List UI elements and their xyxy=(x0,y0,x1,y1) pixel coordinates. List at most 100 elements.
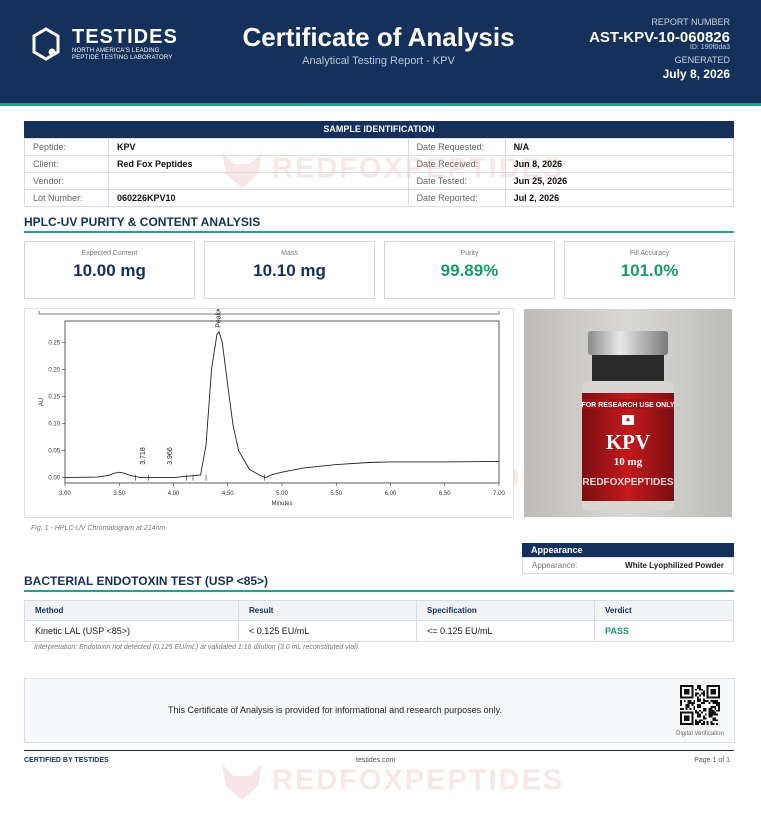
qr-module xyxy=(689,702,692,705)
qr-module xyxy=(718,705,720,708)
qr-module xyxy=(716,709,719,712)
qr-finder-module xyxy=(718,686,720,689)
qr-finder-module xyxy=(685,719,688,722)
qr-module xyxy=(680,704,682,706)
qr-finder-module xyxy=(685,685,688,687)
qr-finder-module xyxy=(714,688,717,691)
qr-module xyxy=(702,698,705,701)
qr-finder-module xyxy=(683,685,686,687)
qr-module xyxy=(693,707,696,710)
x-tick-label: 5.00 xyxy=(276,491,288,497)
qr-finder-module xyxy=(685,715,688,718)
qr-module xyxy=(718,709,720,712)
qr-finder-module xyxy=(691,686,694,689)
section-divider xyxy=(24,231,734,233)
vial-maker: REDFOXPEPTIDES xyxy=(582,477,673,488)
field-value: Jun 25, 2026 xyxy=(504,172,735,190)
field-value: 060226KPV10 xyxy=(108,189,409,207)
table-row: Client: Red Fox Peptides Date Received: … xyxy=(24,155,735,173)
qr-finder-module xyxy=(691,690,694,693)
qr-module xyxy=(697,700,700,703)
qr-finder-module xyxy=(687,711,690,714)
qr-finder-module xyxy=(685,717,688,720)
qr-finder-module xyxy=(687,690,690,693)
qr-module xyxy=(695,688,698,691)
vial-dose: 10 mg xyxy=(614,456,643,468)
y-tick-label: 0.00 xyxy=(48,476,60,482)
x-tick-label: 6.00 xyxy=(385,491,397,497)
peak-label: Peak#1 - 4.416 xyxy=(216,309,223,328)
field-value: Jun 8, 2026 xyxy=(504,155,735,173)
qr-finder-module xyxy=(691,713,694,716)
footer-site-link[interactable]: testides.com xyxy=(356,757,395,764)
qr-finder-module xyxy=(712,692,715,695)
qr-finder-module xyxy=(691,685,694,687)
qr-finder-module xyxy=(710,685,713,687)
endotoxin-interpretation: Interpretation: Endotoxin not detected (… xyxy=(34,644,360,651)
page-title: Certificate of Analysis xyxy=(242,22,515,52)
qr-module xyxy=(716,702,719,705)
qr-module xyxy=(680,702,682,705)
qr-module xyxy=(706,700,709,703)
card-label: Expected Content xyxy=(81,250,138,257)
hplc-section-title: HPLC-UV PURITY & CONTENT ANALYSIS xyxy=(24,215,261,229)
qr-finder-module xyxy=(681,696,684,699)
peak-label: 3.966 xyxy=(167,447,174,465)
qr-module xyxy=(700,688,703,691)
qr-module xyxy=(691,704,694,706)
qr-module xyxy=(702,702,705,705)
qr-finder-module xyxy=(714,690,717,693)
footer-divider xyxy=(24,750,734,751)
qr-module xyxy=(700,723,703,725)
card-value: 10.10 mg xyxy=(253,261,326,280)
qr-finder-module xyxy=(691,696,694,699)
qr-module xyxy=(699,719,701,722)
qr-module xyxy=(699,713,701,716)
qr-code-icon[interactable] xyxy=(680,685,720,730)
qr-module xyxy=(712,705,715,708)
table-row: Lot Number: 060226KPV10 Date Reported: J… xyxy=(24,189,735,207)
x-tick-label: 6.50 xyxy=(439,491,451,497)
qr-finder-module xyxy=(687,688,690,691)
qr-finder-module xyxy=(718,694,720,697)
qr-finder-module xyxy=(714,692,717,695)
qr-finder-module xyxy=(687,692,690,695)
qr-module xyxy=(702,692,705,695)
qr-module xyxy=(716,723,719,725)
qr-finder-module xyxy=(687,723,690,725)
qr-module xyxy=(699,700,701,703)
vial-band-text: FOR RESEARCH USE ONLY xyxy=(581,402,674,409)
qr-finder-module xyxy=(691,692,694,695)
qr-finder-module xyxy=(691,715,694,718)
x-tick-label: 3.50 xyxy=(113,491,125,497)
qr-finder-module xyxy=(683,717,686,720)
qr-finder-module xyxy=(681,711,684,714)
qr-finder-module xyxy=(685,690,688,693)
qr-module xyxy=(695,723,698,725)
qr-module xyxy=(695,694,698,697)
field-label: Date Received: xyxy=(407,155,506,173)
card-value: 101.0% xyxy=(620,261,679,280)
qr-module xyxy=(712,702,715,705)
field-label: Date Tested: xyxy=(407,172,506,190)
qr-finder-module xyxy=(680,696,682,699)
qr-module xyxy=(702,694,705,697)
qr-finder-module xyxy=(691,719,694,722)
qr-finder-module xyxy=(681,685,684,687)
card-value: 99.89% xyxy=(440,261,499,280)
specification-cell: <= 0.125 EU/mL xyxy=(416,620,595,642)
qr-module xyxy=(716,713,719,716)
qr-finder-module xyxy=(685,692,688,695)
vial-illustration: FOR RESEARCH USE ONLY KPV 10 mg REDFOXPE… xyxy=(524,309,732,517)
qr-module xyxy=(693,705,696,708)
qr-module xyxy=(687,705,690,708)
figure-caption: Fig. 1 - HPLC-UV Chromatogram at 214nm xyxy=(31,525,166,532)
mass-card: Mass 10.10 mg xyxy=(204,241,375,299)
field-value: Jul 2, 2026 xyxy=(504,189,735,207)
qr-module xyxy=(697,715,700,718)
qr-finder-module xyxy=(680,721,682,724)
qr-finder-module xyxy=(714,696,717,699)
qr-module xyxy=(689,700,692,703)
qr-module xyxy=(681,707,684,710)
appearance-value: White Lyophilized Powder xyxy=(625,561,724,570)
